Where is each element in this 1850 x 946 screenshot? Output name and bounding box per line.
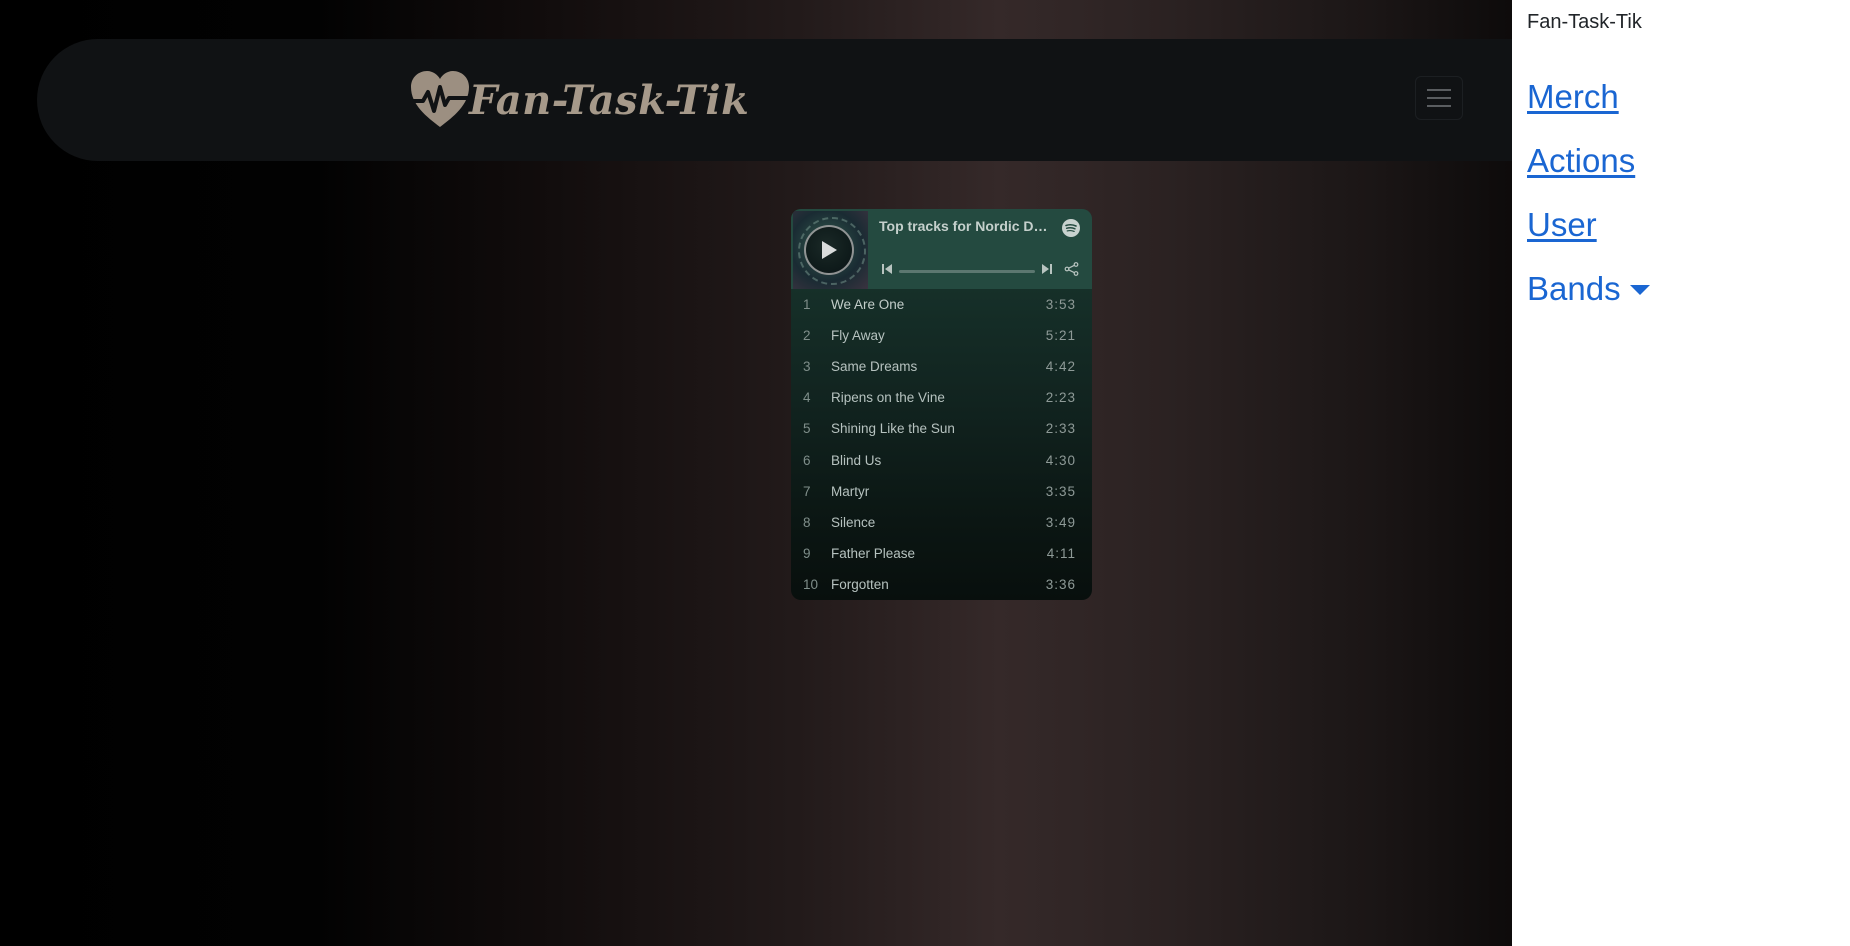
track-duration: 2:23 — [1045, 390, 1076, 406]
track-row[interactable]: 3 Same Dreams 4:42 — [791, 351, 1092, 382]
next-track-icon[interactable] — [1041, 263, 1053, 275]
play-button[interactable] — [804, 225, 854, 275]
track-number: 3 — [803, 359, 811, 375]
track-duration: 3:53 — [1045, 297, 1076, 313]
share-icon[interactable] — [1064, 262, 1079, 276]
merch-link[interactable]: Merch — [1527, 78, 1619, 115]
user-link[interactable]: User — [1527, 206, 1597, 243]
nav-item-merch: Merch — [1527, 78, 1650, 142]
track-name: Silence — [831, 514, 876, 530]
track-row[interactable]: 2 Fly Away 5:21 — [791, 320, 1092, 351]
track-row[interactable]: 7 Martyr 3:35 — [791, 476, 1092, 507]
track-row[interactable]: 6 Blind Us 4:30 — [791, 444, 1092, 475]
track-duration: 3:36 — [1045, 576, 1076, 592]
progress-bar[interactable] — [899, 270, 1035, 273]
spotify-embed-player: Top tracks for Nordic Dusk 1 We Are One … — [791, 209, 1092, 600]
track-duration: 3:35 — [1045, 483, 1076, 499]
track-duration: 2:33 — [1045, 421, 1076, 437]
track-duration: 4:11 — [1046, 545, 1076, 561]
track-duration: 4:30 — [1045, 452, 1076, 468]
track-duration: 5:21 — [1045, 328, 1076, 344]
track-number: 9 — [803, 545, 811, 561]
track-name: Fly Away — [831, 328, 885, 344]
track-name: Ripens on the Vine — [831, 390, 945, 406]
track-name: Forgotten — [831, 576, 889, 592]
track-name: We Are One — [831, 297, 905, 313]
track-name: Martyr — [831, 483, 870, 499]
hamburger-menu-icon — [1427, 89, 1451, 107]
track-row[interactable]: 10 Forgotten 3:36 — [791, 569, 1092, 600]
spotify-icon[interactable] — [1062, 219, 1080, 237]
bands-dropdown-toggle[interactable]: Bands — [1527, 270, 1650, 308]
track-number: 4 — [803, 390, 811, 406]
heartbeat-heart-icon — [407, 71, 473, 127]
track-list: 1 We Are One 3:53 2 Fly Away 5:21 3 Same… — [791, 289, 1092, 600]
track-row[interactable]: 5 Shining Like the Sun 2:33 — [791, 413, 1092, 444]
nav-item-actions: Actions — [1527, 142, 1650, 206]
track-row[interactable]: 8 Silence 3:49 — [791, 507, 1092, 538]
track-row[interactable]: 9 Father Please 4:11 — [791, 538, 1092, 569]
track-number: 1 — [803, 297, 811, 313]
track-duration: 4:42 — [1045, 359, 1076, 375]
track-number: 5 — [803, 421, 811, 437]
track-name: Blind Us — [831, 452, 882, 468]
track-number: 7 — [803, 483, 811, 499]
nav-item-user: User — [1527, 206, 1650, 270]
nav-item-bands: Bands — [1527, 270, 1650, 334]
bands-label: Bands — [1527, 270, 1621, 307]
caret-down-icon — [1629, 285, 1650, 295]
player-header: Top tracks for Nordic Dusk — [791, 209, 1092, 289]
track-number: 2 — [803, 328, 811, 344]
track-number: 6 — [803, 452, 811, 468]
track-number: 10 — [803, 576, 819, 592]
playlist-title[interactable]: Top tracks for Nordic Dusk — [879, 218, 1049, 234]
offcanvas-menu: Fan-Task-Tik Merch Actions User Bands — [1512, 0, 1850, 946]
top-navbar: Fan-Task-Tik — [37, 39, 1517, 161]
main-area: Fan-Task-Tik Top tracks for Nordic Dusk — [0, 0, 1517, 946]
play-icon — [822, 241, 837, 259]
track-duration: 3:49 — [1045, 514, 1076, 530]
track-name: Shining Like the Sun — [831, 421, 955, 437]
brand-link[interactable]: Fan-Task-Tik — [407, 63, 749, 137]
track-row[interactable]: 4 Ripens on the Vine 2:23 — [791, 382, 1092, 413]
offcanvas-title: Fan-Task-Tik — [1527, 11, 1642, 33]
track-number: 8 — [803, 514, 811, 530]
actions-link[interactable]: Actions — [1527, 142, 1635, 179]
navbar-toggle-button[interactable] — [1415, 76, 1463, 120]
brand-name: Fan-Task-Tik — [469, 76, 750, 124]
track-name: Father Please — [831, 545, 916, 561]
offcanvas-nav: Merch Actions User Bands — [1527, 78, 1650, 334]
album-cover — [793, 211, 868, 289]
previous-track-icon[interactable] — [881, 263, 893, 275]
track-name: Same Dreams — [831, 359, 918, 375]
track-row[interactable]: 1 We Are One 3:53 — [791, 289, 1092, 320]
